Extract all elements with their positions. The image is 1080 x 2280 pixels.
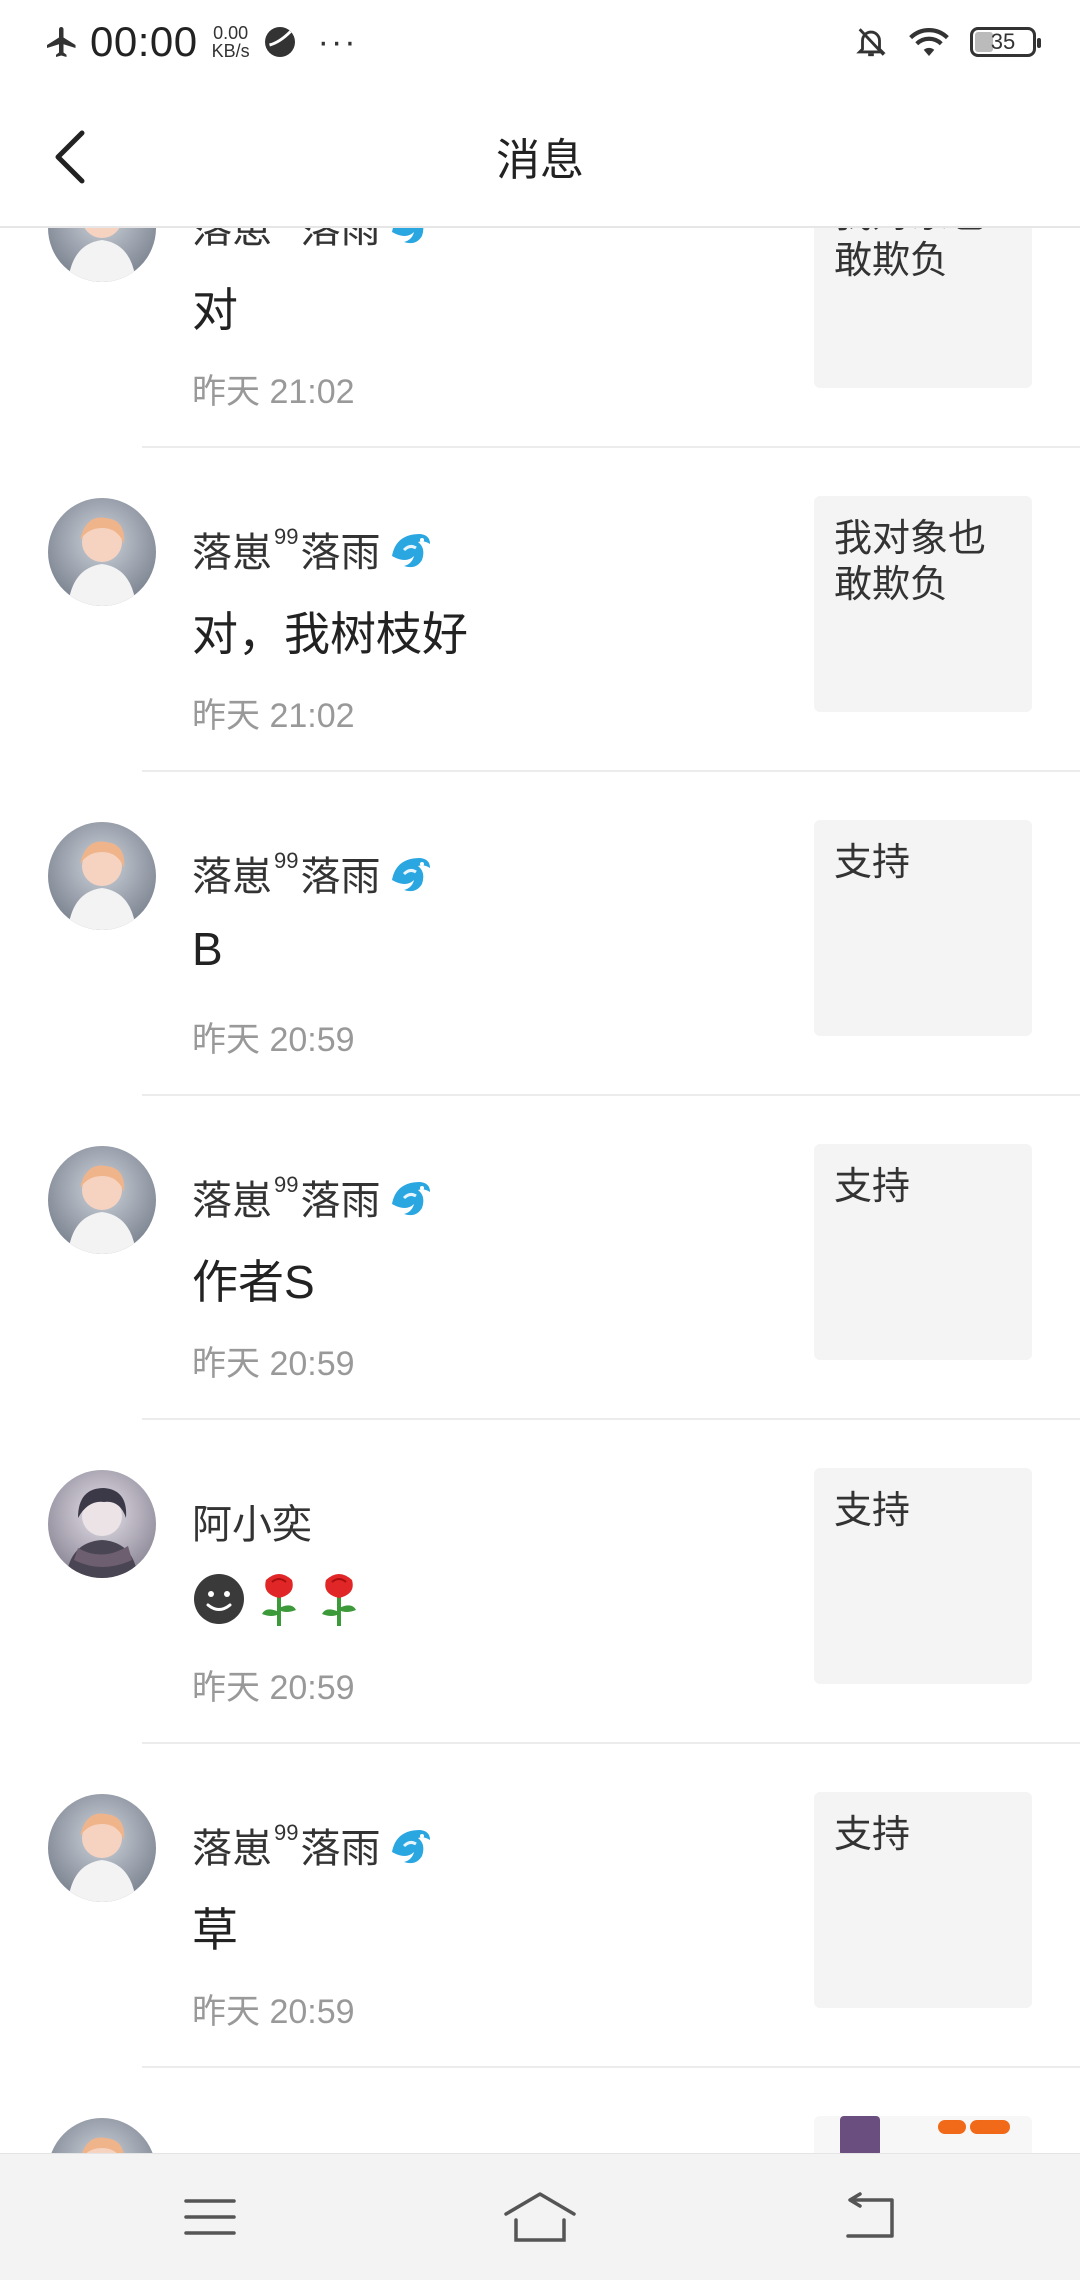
- sender-name: 落崽99落雨: [192, 844, 434, 902]
- speed-unit: KB/s: [211, 41, 250, 61]
- dark-smiley-emoji: [194, 1574, 244, 1624]
- quoted-comment[interactable]: 支持: [814, 1468, 1032, 1684]
- quoted-comment[interactable]: 我对象也敢欺负: [814, 226, 1032, 388]
- system-nav-bar: [0, 2153, 1080, 2280]
- sender-name: 落崽99落雨: [192, 1168, 434, 1226]
- sender-name: 落崽99落雨: [192, 226, 434, 254]
- bell-off-icon: [856, 28, 886, 57]
- dolphin-badge-icon: [392, 534, 431, 568]
- quoted-image-thumbnail[interactable]: [814, 2116, 1032, 2154]
- quoted-comment[interactable]: 支持: [814, 820, 1032, 1036]
- thumbnail-image: [814, 2116, 1032, 2154]
- sender-name: 阿小奕: [192, 1503, 312, 1547]
- network-speed: 0.00 KB/s: [212, 24, 250, 60]
- airplane-icon: [47, 27, 76, 57]
- avatar[interactable]: [48, 822, 156, 930]
- battery-indicator: 35: [970, 27, 1041, 57]
- message-time: 昨天 20:59: [192, 1993, 355, 2031]
- message-content: 草: [192, 1904, 238, 1956]
- top-app-bar: 消息: [0, 84, 1080, 228]
- rose-emoji: [262, 1574, 296, 1626]
- return-icon: [846, 2192, 894, 2238]
- dolphin-badge-icon: [392, 1830, 431, 1864]
- avatar[interactable]: [48, 1794, 156, 1902]
- message-content: 对，我树枝好: [192, 608, 468, 660]
- status-bar: 00:00 0.00 KB/s ··· 35: [0, 0, 1080, 84]
- avatar[interactable]: [48, 1470, 156, 1578]
- message-content: 作者S: [192, 1256, 315, 1308]
- avatar[interactable]: [48, 226, 156, 282]
- dolphin-badge-icon: [392, 858, 431, 892]
- message-item[interactable]: 落崽99落雨 对 昨天 21:02 我对象也敢欺负: [0, 226, 1080, 448]
- home-button[interactable]: [500, 2182, 580, 2252]
- sender-name: 落崽99落雨: [192, 520, 434, 578]
- wifi-icon: [909, 28, 949, 56]
- return-button[interactable]: [830, 2182, 910, 2252]
- message-content: [192, 1570, 366, 1628]
- more-status-icon: ···: [317, 22, 358, 61]
- menu-button[interactable]: [170, 2182, 250, 2252]
- page-title: 消息: [496, 136, 584, 185]
- rose-emoji: [322, 1574, 356, 1626]
- message-item[interactable]: 落崽 99 落雨 对，我树枝好 昨天 21:02 我对象也敢欺负: [0, 448, 1080, 772]
- message-content: B: [192, 923, 223, 975]
- dolphin-badge-icon: [392, 226, 424, 244]
- moon-icon: [264, 27, 295, 57]
- quoted-comment[interactable]: 支持: [814, 1792, 1032, 2008]
- status-time: 00:00: [90, 18, 198, 65]
- avatar[interactable]: [48, 1146, 156, 1254]
- quoted-comment[interactable]: 支持: [814, 1144, 1032, 1360]
- sender-name: 落崽99落雨: [192, 1816, 434, 1874]
- home-icon: [504, 2192, 576, 2242]
- message-time: 昨天 20:59: [192, 1669, 355, 1707]
- message-content: 对: [192, 284, 238, 336]
- message-list[interactable]: 落崽99落雨 对 昨天 21:02 我对象也敢欺负 落崽99落雨 对，我树枝好 …: [0, 226, 1080, 2154]
- message-time: 昨天 20:59: [192, 1345, 355, 1383]
- avatar[interactable]: [48, 498, 156, 606]
- message-item[interactable]: [0, 2068, 1080, 2154]
- message-item[interactable]: 落崽 99 落雨 草 昨天 20:59 支持: [0, 1744, 1080, 2068]
- quoted-comment[interactable]: 我对象也敢欺负: [814, 496, 1032, 712]
- message-time: 昨天 21:02: [192, 373, 355, 411]
- dolphin-badge-icon: [392, 1182, 431, 1216]
- menu-icon: [184, 2199, 236, 2235]
- message-time: 昨天 21:02: [192, 697, 355, 735]
- message-time: 昨天 20:59: [192, 1021, 355, 1059]
- speed-value: 0.00: [213, 23, 249, 43]
- message-item[interactable]: 阿小奕 昨天 20:59 支持: [0, 1420, 1080, 1744]
- avatar[interactable]: [48, 2118, 156, 2154]
- message-item[interactable]: 落崽 99 落雨 B 昨天 20:59 支持: [0, 772, 1080, 1096]
- message-item[interactable]: 落崽 99 落雨 作者S 昨天 20:59 支持: [0, 1096, 1080, 1420]
